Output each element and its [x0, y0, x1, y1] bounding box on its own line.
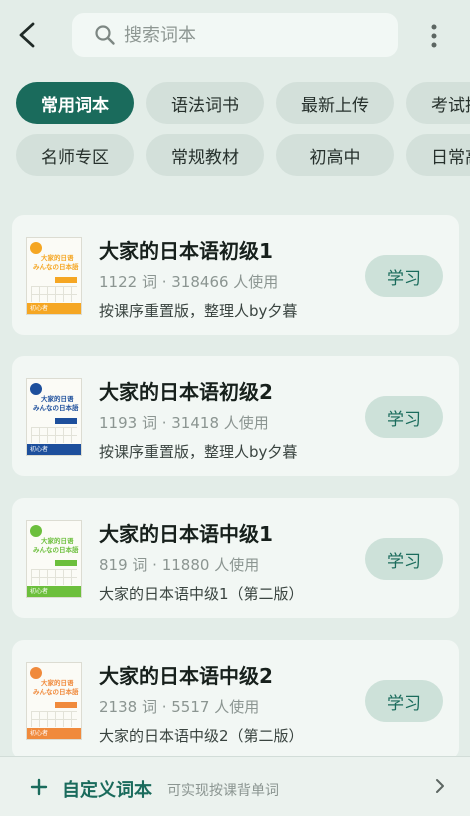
- cover-badge: [30, 383, 42, 395]
- chip-row-1: 常用词本 语法词书 最新上传 考试推荐: [16, 82, 470, 124]
- custom-wordbook-label: 自定义词本: [62, 780, 152, 801]
- cover-grid: [31, 711, 77, 727]
- top-bar: [0, 0, 470, 72]
- word-count: 1193 词: [99, 414, 157, 432]
- cover-badge: [30, 667, 42, 679]
- cover-tag: [55, 560, 77, 566]
- book-cover: 大家的日语 みんなの日本語 初心者: [26, 520, 82, 598]
- cover-title-cn: 大家的日语: [41, 395, 74, 403]
- book-description: 大家的日本语中级1（第二版）: [99, 585, 304, 603]
- book-title: 大家的日本语初级1: [99, 239, 273, 263]
- cover-badge: [30, 242, 42, 254]
- chip-common[interactable]: 常用词本: [16, 82, 134, 124]
- chip-grammar[interactable]: 语法词书: [146, 82, 264, 124]
- book-meta: 1193 词 · 31418 人使用: [99, 414, 269, 432]
- book-meta: 819 词 · 11880 人使用: [99, 556, 260, 574]
- book-card[interactable]: 大家的日语 みんなの日本語 初心者 大家的日本语中级2 2138 词 · 551…: [12, 640, 459, 760]
- search-bar[interactable]: [72, 13, 398, 57]
- cover-band-text: 初心者: [30, 588, 49, 595]
- cover-band-text: 初心者: [30, 730, 49, 737]
- user-count: 11880 人使用: [161, 556, 260, 574]
- book-title: 大家的日本语中级1: [99, 522, 273, 546]
- learn-button[interactable]: 学习: [365, 680, 443, 722]
- book-cover: 大家的日语 みんなの日本語 初心者: [26, 662, 82, 740]
- cover-tag: [55, 702, 77, 708]
- cover-title-cn: 大家的日语: [41, 254, 74, 262]
- cover-tag: [55, 418, 77, 424]
- custom-wordbook-hint: 可实现按课背单词: [167, 783, 279, 799]
- user-count: 31418 人使用: [171, 414, 269, 432]
- book-title: 大家的日本语初级2: [99, 380, 273, 404]
- more-menu-button[interactable]: [426, 22, 442, 50]
- word-count: 1122 词: [99, 273, 157, 291]
- chip-teachers[interactable]: 名师专区: [16, 134, 134, 176]
- cover-band-text: 初心者: [30, 446, 49, 453]
- cover-title-jp: みんなの日本語: [33, 404, 79, 412]
- book-meta: 2138 词 · 5517 人使用: [99, 698, 260, 716]
- chevron-left-icon: [19, 22, 35, 48]
- cover-tag: [55, 277, 77, 283]
- learn-button[interactable]: 学习: [365, 396, 443, 438]
- search-input[interactable]: [124, 24, 384, 46]
- cover-title-jp: みんなの日本語: [33, 688, 79, 696]
- cover-grid: [31, 569, 77, 585]
- chip-textbooks[interactable]: 常规教材: [146, 134, 264, 176]
- book-cover: 大家的日语 みんなの日本語 初心者: [26, 378, 82, 456]
- word-count: 819 词: [99, 556, 148, 574]
- chip-school[interactable]: 初高中: [276, 134, 394, 176]
- chip-latest[interactable]: 最新上传: [276, 82, 394, 124]
- chevron-right-icon: [436, 779, 444, 793]
- back-button[interactable]: [14, 20, 42, 50]
- chip-exam[interactable]: 考试推荐: [406, 82, 470, 124]
- more-vertical-icon: [431, 24, 437, 48]
- search-icon: [95, 25, 115, 45]
- cover-grid: [31, 286, 77, 302]
- cover-title-jp: みんなの日本語: [33, 263, 79, 271]
- cover-badge: [30, 525, 42, 537]
- chip-row-2: 名师专区 常规教材 初高中 日常高频: [16, 134, 470, 176]
- book-description: 按课序重置版，整理人by夕暮: [99, 302, 298, 320]
- learn-button[interactable]: 学习: [365, 538, 443, 580]
- book-card[interactable]: 大家的日语 みんなの日本語 初心者 大家的日本语中级1 819 词 · 1188…: [12, 498, 459, 618]
- book-meta: 1122 词 · 318466 人使用: [99, 273, 279, 291]
- book-description: 大家的日本语中级2（第二版）: [99, 727, 304, 745]
- cover-title-cn: 大家的日语: [41, 537, 74, 545]
- learn-button[interactable]: 学习: [365, 255, 443, 297]
- category-chips: 常用词本 语法词书 最新上传 考试推荐 名师专区 常规教材 初高中 日常高频: [0, 82, 470, 182]
- book-cover: 大家的日语 みんなの日本語 初心者: [26, 237, 82, 315]
- cover-title-cn: 大家的日语: [41, 679, 74, 687]
- custom-wordbook-bar[interactable]: 自定义词本 可实现按课背单词: [0, 756, 470, 816]
- chip-daily[interactable]: 日常高频: [406, 134, 470, 176]
- book-card[interactable]: 大家的日语 みんなの日本語 初心者 大家的日本语初级1 1122 词 · 318…: [12, 215, 459, 335]
- cover-grid: [31, 427, 77, 443]
- book-card[interactable]: 大家的日语 みんなの日本語 初心者 大家的日本语初级2 1193 词 · 314…: [12, 356, 459, 476]
- user-count: 318466 人使用: [171, 273, 279, 291]
- word-count: 2138 词: [99, 698, 157, 716]
- book-description: 按课序重置版，整理人by夕暮: [99, 443, 298, 461]
- book-title: 大家的日本语中级2: [99, 664, 273, 688]
- user-count: 5517 人使用: [171, 698, 260, 716]
- cover-title-jp: みんなの日本語: [33, 546, 79, 554]
- plus-icon: [30, 778, 48, 796]
- cover-band-text: 初心者: [30, 305, 49, 312]
